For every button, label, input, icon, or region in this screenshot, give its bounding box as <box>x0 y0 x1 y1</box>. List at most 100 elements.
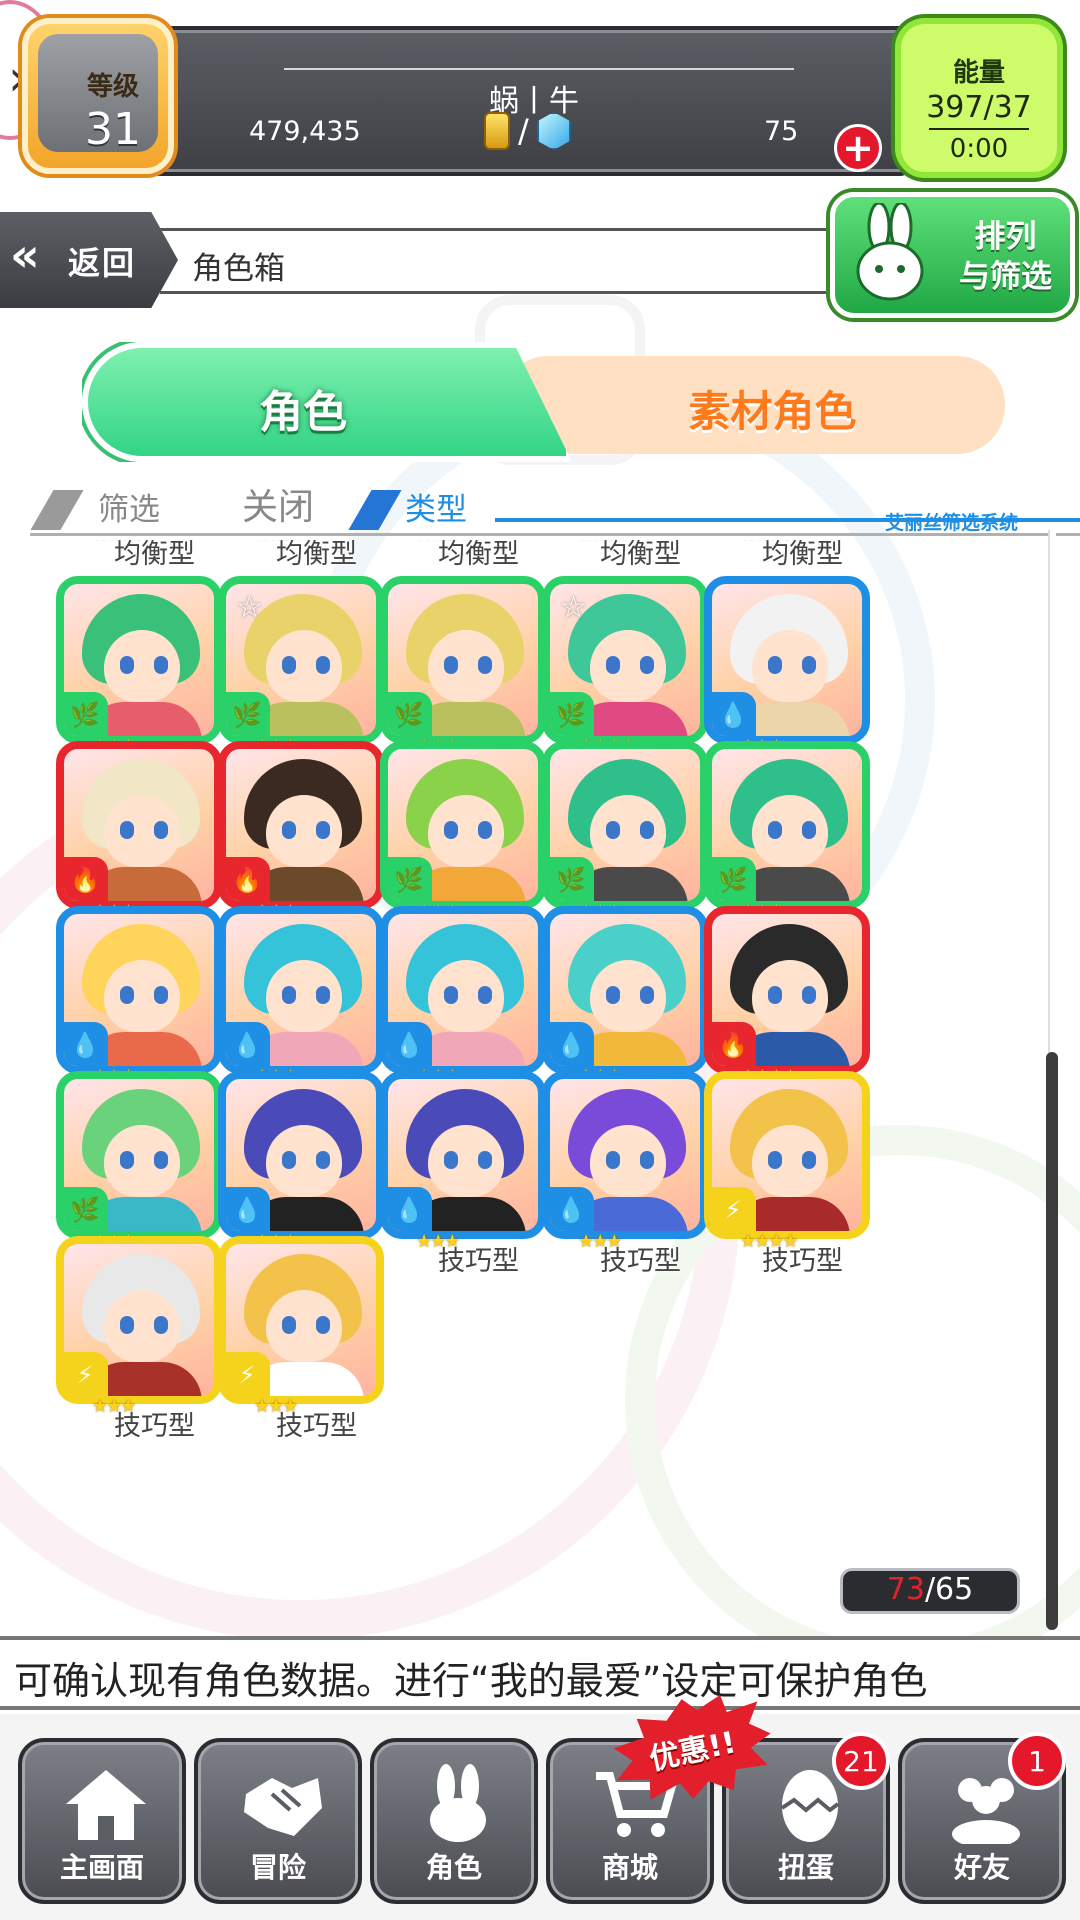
character-card-partial[interactable]: ★★★★均衡型 <box>52 540 222 572</box>
filter-close-button[interactable]: 关闭 <box>242 478 314 530</box>
character-type-label: 均衡型 <box>438 540 519 570</box>
lightning-icon: ⚡ <box>64 1352 108 1396</box>
leaf-icon: 🌿 <box>388 857 432 901</box>
notification-badge: 1 <box>1008 1732 1066 1790</box>
portrait-eye <box>478 656 492 674</box>
portrait-face <box>104 1125 180 1197</box>
portrait-eye <box>606 821 620 839</box>
portrait-eye <box>154 1316 168 1334</box>
portrait-eye <box>768 1151 782 1169</box>
character-card[interactable]: 💧★★★技巧型 <box>538 1071 708 1277</box>
portrait-eye <box>640 656 654 674</box>
water-drop-icon: 💧 <box>226 1187 270 1231</box>
portrait-eye <box>444 656 458 674</box>
portrait-eye <box>802 821 816 839</box>
character-type-label: 技巧型 <box>276 1411 357 1442</box>
add-crystal-button[interactable]: + <box>834 124 882 172</box>
lightning-icon: ⚡ <box>226 1352 270 1396</box>
character-card-partial[interactable]: ★★★★均衡型 <box>538 540 708 572</box>
portrait-eye <box>802 656 816 674</box>
nav-label: 主画面 <box>59 1851 144 1884</box>
sort-filter-button[interactable]: 排列 与筛选 <box>830 192 1075 318</box>
back-button[interactable]: « 返回 <box>0 212 178 308</box>
portrait-face <box>266 1290 342 1362</box>
screen-title: 角色箱 <box>192 251 285 287</box>
tab-characters[interactable]: 角色 <box>82 342 572 462</box>
water-drop-icon: 💧 <box>712 692 756 736</box>
portrait-eye <box>282 986 296 1004</box>
portrait-eye <box>478 821 492 839</box>
new-star-icon: ☆ <box>236 590 263 625</box>
portrait-face <box>590 960 666 1032</box>
sort-filter-label: 排列 与筛选 <box>943 217 1068 297</box>
top-status-bar: 蜗丨牛 479,435 / 75 + › 等级 31 能量 397/37 0:0… <box>0 0 1080 190</box>
water-drop-icon: 💧 <box>388 1022 432 1066</box>
character-card[interactable]: ⚡ ★★★ 技巧型 <box>214 1236 384 1442</box>
portrait-face <box>752 1125 828 1197</box>
character-type-label: 均衡型 <box>762 540 843 570</box>
leaf-icon: 🌿 <box>64 692 108 736</box>
box-count-max: 65 <box>935 1572 974 1607</box>
character-card[interactable]: 💧★★★技巧型 <box>376 1071 546 1277</box>
flame-icon: 🔥 <box>712 1022 756 1066</box>
character-portrait: ⚡ <box>704 1071 870 1239</box>
crystal-amount: 75 <box>764 116 799 147</box>
filter-row: 筛选 关闭 类型 艾丽丝筛选系统 <box>30 478 1080 538</box>
portrait-face <box>104 795 180 867</box>
character-card-partial[interactable]: ★★★★均衡型 <box>376 540 546 572</box>
character-portrait: 🌿 <box>542 741 708 909</box>
portrait-eye <box>802 1151 816 1169</box>
character-card[interactable]: ⚡ ★★★ 技巧型 <box>52 1236 222 1442</box>
portrait-face <box>428 630 504 702</box>
info-marquee-text: 可确认现有角色数据。进行“我的最爱”设定可保护角色 <box>14 1659 928 1703</box>
character-portrait: ⚡ <box>218 1236 384 1404</box>
player-info-panel: 蜗丨牛 479,435 / 75 + <box>150 26 910 176</box>
character-type-label: 均衡型 <box>276 540 357 570</box>
portrait-face <box>104 960 180 1032</box>
character-grid: ★★★★均衡型★★★★均衡型★★★★均衡型★★★★均衡型★★★★均衡型🌿★★★恢… <box>0 540 1080 1602</box>
portrait-eye <box>282 1151 296 1169</box>
portrait-eye <box>640 986 654 1004</box>
tab-material-characters[interactable]: 素材角色 <box>500 356 1005 454</box>
character-card-partial[interactable]: ★★★★均衡型 <box>214 540 384 572</box>
level-value: 31 <box>85 104 141 155</box>
character-portrait: 💧 <box>380 906 546 1074</box>
water-drop-icon: 💧 <box>64 1022 108 1066</box>
nav-button-6[interactable]: 好友 1 <box>898 1732 1066 1904</box>
box-count-separator: / <box>924 1572 936 1607</box>
character-portrait: 🔥 <box>218 741 384 909</box>
nav-button-3[interactable]: 角色 <box>370 1738 538 1904</box>
portrait-eye <box>444 986 458 1004</box>
character-type-label: 均衡型 <box>600 540 681 570</box>
leaf-icon: 🌿 <box>550 692 594 736</box>
character-type-label: 技巧型 <box>114 1411 195 1442</box>
filter-toggle[interactable]: 筛选 <box>98 484 160 529</box>
portrait-eye <box>640 1151 654 1169</box>
portrait-face <box>752 795 828 867</box>
currency-icons: / <box>484 112 571 150</box>
portrait-eye <box>768 821 782 839</box>
bunny-icon <box>856 203 924 301</box>
character-card-partial[interactable]: ★★★★均衡型 <box>700 540 870 572</box>
character-portrait: 💧 <box>542 1071 708 1239</box>
nav-button-1[interactable]: 主画面 <box>18 1738 186 1904</box>
character-portrait: 💧 <box>704 576 870 744</box>
energy-timer: 0:00 <box>949 134 1009 164</box>
nav-button-2[interactable]: 冒险 <box>194 1738 362 1904</box>
portrait-eye <box>282 1316 296 1334</box>
gold-coin-icon <box>484 112 510 150</box>
character-portrait: 🔥 <box>56 741 222 909</box>
portrait-eye <box>606 986 620 1004</box>
character-card[interactable]: ⚡ ★★★★ 技巧型 <box>700 1071 870 1277</box>
nav-label: 商城 <box>601 1851 658 1884</box>
portrait-face <box>428 795 504 867</box>
filter-type-tab[interactable]: 类型 <box>405 484 467 529</box>
portrait-face <box>590 630 666 702</box>
portrait-face <box>104 630 180 702</box>
portrait-face <box>266 795 342 867</box>
character-portrait: 💧 <box>56 906 222 1074</box>
portrait-eye <box>640 821 654 839</box>
grid-scrollbar-thumb[interactable] <box>1046 1052 1058 1630</box>
portrait-face <box>590 795 666 867</box>
character-portrait: 💧 <box>380 1071 546 1239</box>
